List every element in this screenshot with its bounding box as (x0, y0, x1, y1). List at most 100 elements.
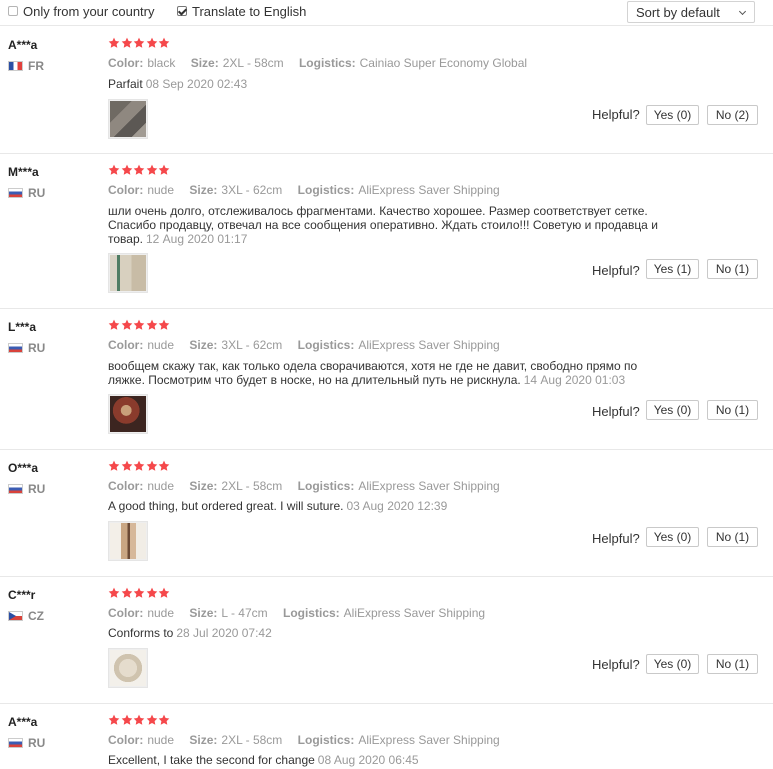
logistics-value: AliExpress Saver Shipping (358, 183, 500, 197)
color-value: nude (147, 183, 175, 197)
review-photo[interactable] (108, 521, 148, 561)
star-rating (108, 587, 171, 601)
star-icon (158, 164, 170, 176)
star-icon (108, 319, 120, 331)
star-icon (133, 460, 145, 472)
purchase-info: Color: nude Size: 3XL - 62cm Logistics: Ali… (108, 183, 512, 197)
helpful-no-button[interactable]: No (1) (707, 527, 758, 547)
star-icon (158, 37, 170, 49)
helpful-no-button[interactable]: No (2) (707, 105, 758, 125)
star-icon (108, 587, 120, 599)
size-value: 3XL - 62cm (221, 338, 283, 352)
reviewer-name: C***r (8, 588, 36, 602)
only-country-checkbox[interactable] (8, 6, 18, 16)
purchase-info: Color: nude Size: 2XL - 58cm Logistics: Ali… (108, 479, 512, 493)
flag-russia-icon (8, 188, 23, 198)
helpful-yes-button[interactable]: Yes (0) (646, 527, 699, 547)
color-value: nude (147, 733, 175, 747)
review-photo[interactable] (108, 394, 148, 434)
flag-czech-icon (8, 611, 23, 621)
size-key: Size: (189, 733, 218, 747)
reviewer-name: O***a (8, 461, 39, 475)
photo-image (110, 523, 146, 559)
star-icon (146, 37, 158, 49)
star-icon (108, 714, 120, 726)
color-value: nude (147, 338, 175, 352)
review-date: 12 Aug 2020 01:17 (145, 232, 248, 246)
review-date: 08 Aug 2020 06:45 (317, 753, 419, 767)
only-country-label[interactable]: Only from your country (23, 4, 155, 19)
review-text: Excellent, I take the second for change 0… (108, 753, 698, 767)
star-icon (146, 319, 158, 331)
review-item: C***r CZ Color: nude Size: L - 47cm Logist… (0, 577, 773, 704)
reviewer-name: M***a (8, 165, 39, 179)
logistics-value: AliExpress Saver Shipping (358, 479, 500, 493)
helpful-label: Helpful? (592, 657, 640, 672)
translate-checkbox[interactable] (177, 6, 187, 16)
helpful-label: Helpful? (592, 107, 640, 122)
purchase-info: Color: nude Size: L - 47cm Logistics: AliEx… (108, 606, 497, 620)
logistics-key: Logistics: (297, 479, 355, 493)
star-icon (146, 714, 158, 726)
star-icon (133, 587, 145, 599)
helpful-yes-button[interactable]: Yes (0) (646, 654, 699, 674)
star-rating (108, 164, 171, 178)
photo-image (110, 101, 146, 137)
review-item: L***a RU Color: nude Size: 3XL - 62cm Logi… (0, 309, 773, 450)
helpful-no-button[interactable]: No (1) (707, 400, 758, 420)
purchase-info: Color: nude Size: 2XL - 58cm Logistics: Ali… (108, 733, 512, 747)
country-code: FR (28, 59, 44, 73)
logistics-key: Logistics: (297, 183, 355, 197)
size-value: 2XL - 58cm (222, 56, 284, 70)
logistics-value: AliExpress Saver Shipping (358, 733, 500, 747)
photo-image (110, 650, 146, 686)
review-item: A***a FR Color: black Size: 2XL - 58cm Log… (0, 27, 773, 154)
photo-image (110, 396, 146, 432)
star-icon (158, 714, 170, 726)
helpful-yes-button[interactable]: Yes (0) (646, 400, 699, 420)
color-value: nude (147, 606, 175, 620)
helpful-no-button[interactable]: No (1) (707, 259, 758, 279)
chevron-down-icon (738, 7, 747, 16)
color-key: Color: (108, 56, 144, 70)
size-value: 2XL - 58cm (221, 479, 283, 493)
review-item: A***a RU Color: nude Size: 2XL - 58cm Logi… (0, 704, 773, 769)
flag-france-icon (8, 61, 23, 71)
review-text: Parfait 08 Sep 2020 02:43 (108, 77, 698, 91)
reviewer-name: A***a (8, 715, 38, 729)
color-value: nude (147, 479, 175, 493)
review-photo[interactable] (108, 253, 148, 293)
review-text: шли очень долго, отслеживалось фрагмента… (108, 204, 698, 246)
review-body: Conforms to (108, 626, 174, 640)
size-key: Size: (190, 56, 219, 70)
star-icon (121, 164, 133, 176)
logistics-key: Logistics: (297, 338, 355, 352)
flag-russia-icon (8, 738, 23, 748)
logistics-key: Logistics: (282, 606, 340, 620)
country-code: CZ (28, 609, 44, 623)
review-photo[interactable] (108, 99, 148, 139)
logistics-key: Logistics: (297, 733, 355, 747)
review-text: A good thing, but ordered great. I will … (108, 499, 698, 513)
review-photo[interactable] (108, 648, 148, 688)
star-icon (146, 460, 158, 472)
review-date: 03 Aug 2020 12:39 (346, 499, 448, 513)
star-icon (133, 37, 145, 49)
star-icon (121, 319, 133, 331)
star-icon (133, 714, 145, 726)
color-key: Color: (108, 338, 144, 352)
logistics-key: Logistics: (298, 56, 356, 70)
country-code: RU (28, 341, 46, 355)
filter-bar: Only from your country Translate to Engl… (0, 0, 773, 26)
flag-russia-icon (8, 484, 23, 494)
helpful-yes-button[interactable]: Yes (1) (646, 259, 699, 279)
size-key: Size: (189, 338, 218, 352)
review-body: Excellent, I take the second for change (108, 753, 315, 767)
helpful-yes-button[interactable]: Yes (0) (646, 105, 699, 125)
helpful-no-button[interactable]: No (1) (707, 654, 758, 674)
star-rating (108, 319, 171, 333)
sort-select[interactable]: Sort by default (627, 1, 755, 23)
star-icon (158, 319, 170, 331)
translate-label[interactable]: Translate to English (192, 4, 306, 19)
logistics-value: AliExpress Saver Shipping (343, 606, 486, 620)
